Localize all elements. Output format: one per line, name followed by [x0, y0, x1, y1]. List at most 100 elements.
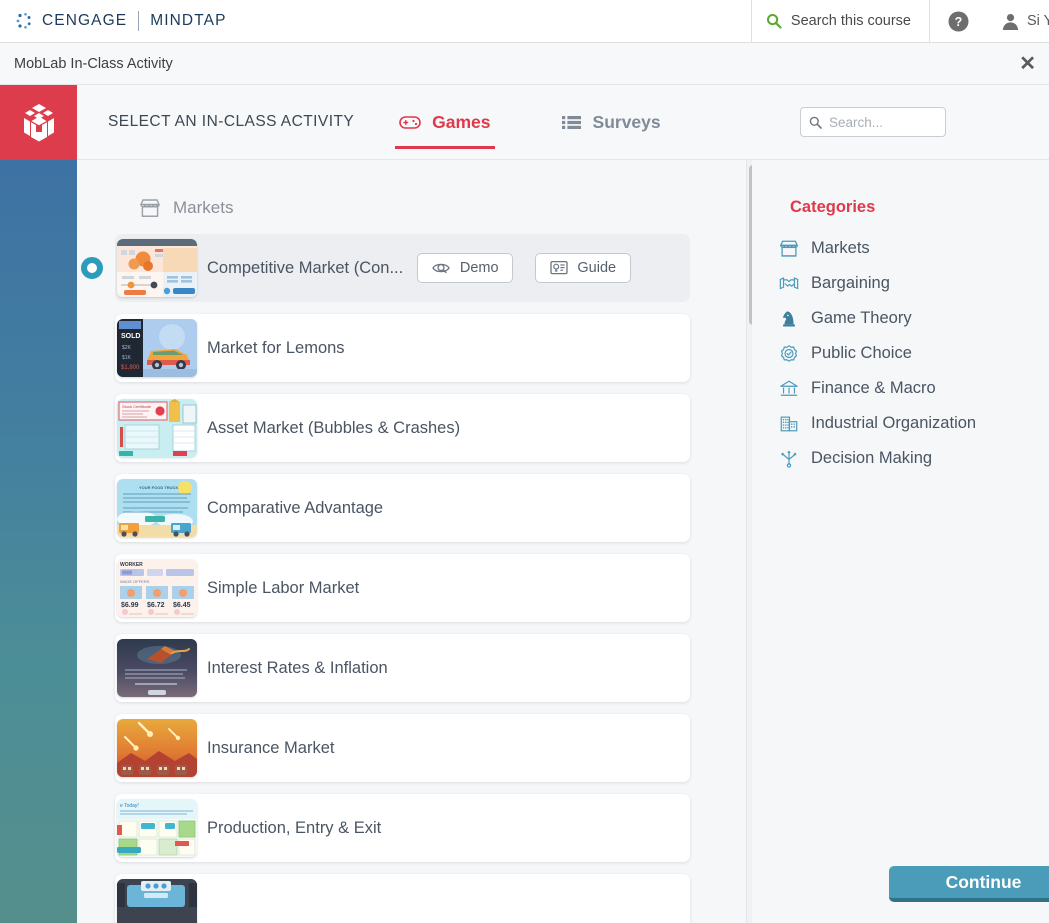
game-thumbnail: WORKER WAGE OFFERS $6.99 $6.72 $6.45: [117, 559, 197, 617]
svg-text:$1K: $1K: [122, 355, 132, 361]
category-item-game-theory[interactable]: Game Theory: [779, 301, 1049, 336]
category-item-public-choice[interactable]: Public Choice: [779, 336, 1049, 371]
category-item-finance-macro[interactable]: Finance & Macro: [779, 371, 1049, 406]
list-item[interactable]: Interest Rates & Inflation: [115, 634, 690, 702]
game-thumbnail: e Today!: [117, 799, 197, 857]
moblab-logo[interactable]: [0, 85, 77, 160]
scrollbar-thumb[interactable]: [749, 165, 752, 325]
demo-button[interactable]: Demo: [417, 253, 514, 283]
list-item[interactable]: YOUR FOOD TRUCK Comparative Advantage: [115, 474, 690, 542]
category-item-industrial-organization[interactable]: Industrial Organization: [779, 406, 1049, 441]
brand-mindtap-text: MINDTAP: [150, 12, 227, 29]
row-actions: Demo Guide: [417, 253, 632, 283]
category-label: Game Theory: [811, 309, 912, 327]
help-button[interactable]: ?: [929, 0, 987, 43]
section-heading-label: Markets: [173, 198, 234, 217]
gamepad-icon: [399, 114, 421, 131]
storefront-icon: [139, 198, 161, 218]
category-item-bargaining[interactable]: Bargaining: [779, 266, 1049, 301]
game-title: Simple Labor Market: [207, 578, 360, 597]
category-item-decision-making[interactable]: Decision Making: [779, 441, 1049, 476]
bank-icon: [779, 379, 799, 398]
moblab-cube-logo-icon: [16, 100, 62, 146]
categories-list: Markets Bargaining Game Theory Public Ch…: [759, 231, 1049, 476]
tab-surveys[interactable]: Surveys: [557, 85, 665, 160]
game-thumbnail: [117, 719, 197, 777]
list-item[interactable]: WORKER WAGE OFFERS $6.99 $6.72 $6.45 Sim…: [115, 554, 690, 622]
game-thumbnail: [117, 639, 197, 697]
close-icon[interactable]: ✕: [1019, 54, 1036, 74]
game-title: Comparative Advantage: [207, 498, 384, 517]
eye-demo-icon: [432, 261, 451, 275]
list-item[interactable]: e Today! Production, Entry & Exit: [115, 794, 690, 862]
brand-cengage-text: CENGAGE: [42, 12, 128, 29]
guide-presentation-icon: [550, 260, 569, 276]
category-item-markets[interactable]: Markets: [779, 231, 1049, 266]
brand-divider: [138, 11, 140, 31]
game-title: Production, Entry & Exit: [207, 818, 382, 837]
help-circle-icon: ?: [948, 11, 969, 32]
activity-title: MobLab In-Class Activity: [14, 55, 173, 72]
list-item[interactable]: SOLD $2K $1K $1,800 Market for Lemons: [115, 314, 690, 382]
game-title: Interest Rates & Inflation: [207, 658, 388, 677]
categories-title: Categories: [790, 198, 876, 216]
activity-type-tabs: Games Surveys: [395, 85, 664, 160]
cengage-top-bar: CENGAGE MINDTAP Search this course ? Si …: [0, 0, 1049, 43]
left-side-strip: [0, 85, 77, 923]
decision-tree-icon: [779, 449, 799, 468]
section-heading-markets: Markets: [139, 198, 752, 218]
svg-text:WAGE OFFERS: WAGE OFFERS: [120, 579, 150, 584]
storefront-icon: [779, 239, 799, 258]
category-label: Markets: [811, 239, 870, 257]
tab-games[interactable]: Games: [395, 85, 495, 160]
activity-title-bar: MobLab In-Class Activity ✕: [0, 43, 1049, 85]
list-item[interactable]: [115, 874, 690, 923]
cengage-dots-logo-icon: [14, 11, 34, 31]
user-menu-button[interactable]: Si Y: [987, 0, 1049, 43]
game-thumbnail: Stock Certificate: [117, 399, 197, 457]
activity-content: Markets Competitive Market (Con... Demo …: [77, 160, 1049, 923]
search-this-course-button[interactable]: Search this course: [750, 0, 929, 43]
svg-text:e Today!: e Today!: [120, 803, 139, 809]
category-label: Bargaining: [811, 274, 890, 292]
list-item[interactable]: Insurance Market: [115, 714, 690, 782]
category-label: Finance & Macro: [811, 379, 936, 397]
user-name-label: Si Y: [1027, 13, 1049, 29]
game-title: Asset Market (Bubbles & Crashes): [207, 418, 461, 437]
search-input[interactable]: [829, 114, 937, 130]
game-thumbnail: [117, 239, 197, 297]
svg-text:SOLD: SOLD: [121, 333, 140, 340]
chess-knight-icon: [779, 309, 799, 328]
tab-games-label: Games: [432, 111, 491, 132]
game-thumbnail: SOLD $2K $1K $1,800: [117, 319, 197, 377]
continue-button[interactable]: Continue: [889, 866, 1049, 902]
list-item[interactable]: Competitive Market (Con... Demo Guide: [81, 234, 690, 302]
game-thumbnail: [117, 879, 197, 923]
search-icon: [766, 13, 782, 29]
svg-text:$2K: $2K: [122, 345, 132, 351]
category-label: Public Choice: [811, 344, 912, 362]
handshake-icon: [779, 274, 799, 293]
category-label: Industrial Organization: [811, 414, 977, 432]
activity-panel-header: SELECT AN IN-CLASS ACTIVITY Games Survey…: [77, 85, 1049, 160]
demo-label: Demo: [459, 260, 499, 276]
category-label: Decision Making: [811, 449, 933, 467]
svg-text:$1,800: $1,800: [121, 365, 140, 371]
factory-building-icon: [779, 414, 799, 433]
cengage-brand[interactable]: CENGAGE MINDTAP: [14, 11, 227, 31]
games-scrollbar[interactable]: [746, 160, 752, 923]
guide-button[interactable]: Guide: [535, 253, 632, 283]
page-title: SELECT AN IN-CLASS ACTIVITY: [108, 113, 355, 130]
search-field-wrapper[interactable]: [800, 107, 946, 137]
selection-radio[interactable]: [81, 257, 103, 279]
list-item[interactable]: Stock Certificate Asset Market (Bubbles …: [115, 394, 690, 462]
categories-pane: Categories Markets Bargaining Game Theor…: [759, 160, 1049, 923]
sidebar-gradient: [0, 160, 77, 923]
search-this-course-label: Search this course: [790, 13, 911, 29]
search-icon: [809, 116, 822, 129]
game-title: Insurance Market: [207, 738, 335, 757]
guide-label: Guide: [577, 260, 617, 276]
badge-check-icon: [779, 344, 799, 363]
list-icon: [561, 114, 582, 131]
game-thumbnail: YOUR FOOD TRUCK: [117, 479, 197, 537]
